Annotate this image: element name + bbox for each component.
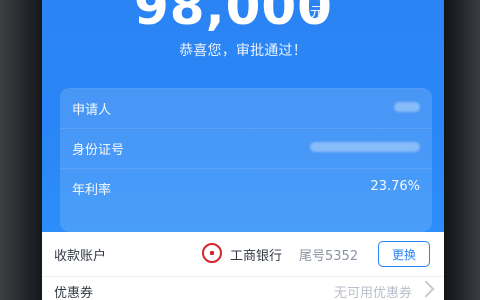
detail-row-annual-rate: 年利率 23.76% (60, 168, 432, 208)
device-frame-left (0, 0, 42, 300)
application-details-card: 申请人 身份证号 年利率 23.76% (60, 88, 432, 232)
amount-unit: 元 (310, 5, 324, 21)
screen: 98,000 元 恭喜您，审批通过！ 申请人 身份证号 年利率 23.76% 收… (42, 0, 444, 300)
coupon-label: 优惠券 (54, 286, 94, 300)
icbc-logo-icon (202, 243, 222, 263)
approval-message: 恭喜您，审批通过！ (179, 43, 307, 59)
redacted-applicant-value (394, 102, 420, 112)
coupon-row[interactable]: 优惠券 无可用优惠券 (42, 276, 444, 300)
approved-amount: 98,000 (134, 0, 333, 36)
detail-label: 申请人 (72, 103, 112, 118)
bank-name: 工商银行 (230, 249, 283, 264)
chevron-right-icon (417, 280, 435, 298)
detail-row-applicant: 申请人 (60, 88, 432, 129)
change-account-button[interactable]: 更换 (378, 241, 430, 267)
detail-label: 身份证号 (72, 143, 125, 158)
device-frame-right (444, 0, 480, 300)
approval-header: 98,000 元 恭喜您，审批通过！ 申请人 身份证号 年利率 23.76% (42, 0, 444, 232)
coupon-value: 无可用优惠券 (333, 286, 412, 300)
account-section: 收款账户 工商银行 尾号5352 更换 优惠券 无可用优惠券 (42, 232, 444, 300)
receiving-account-label: 收款账户 (54, 249, 107, 264)
detail-label: 年利率 (72, 183, 112, 198)
detail-row-id-number: 身份证号 (60, 128, 432, 169)
account-tail-number: 尾号5352 (299, 249, 359, 264)
receiving-account-row: 收款账户 工商银行 尾号5352 更换 (42, 232, 444, 277)
annual-rate-value: 23.76% (370, 179, 420, 194)
redacted-id-value (310, 142, 420, 152)
